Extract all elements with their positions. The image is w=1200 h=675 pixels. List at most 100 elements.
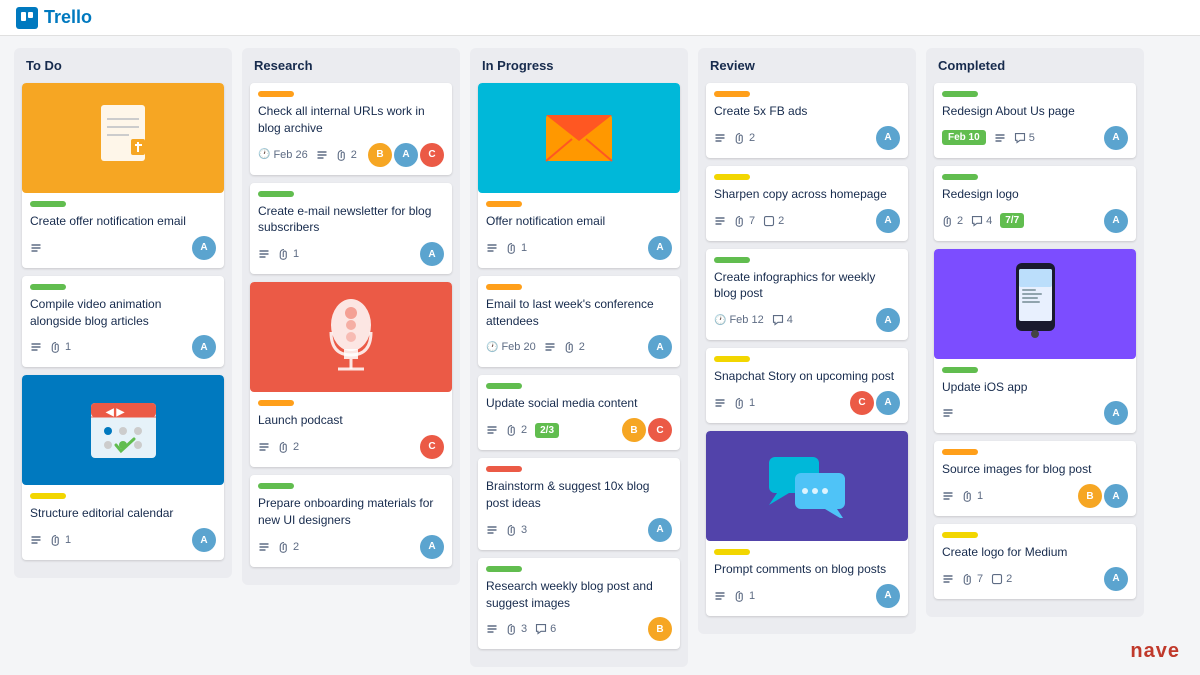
card-avatars: A <box>876 308 900 332</box>
card-title: Compile video animation alongside blog a… <box>30 296 216 330</box>
column-review: ReviewCreate 5x FB ads 2ASharpen copy ac… <box>698 48 916 634</box>
card-avatars: BA <box>1078 484 1128 508</box>
card-rev-1[interactable]: Create 5x FB ads 2A <box>706 83 908 158</box>
card-comp-2[interactable]: Redesign logo 2 47/7A <box>934 166 1136 241</box>
card-label <box>486 566 522 572</box>
column-title-research: Research <box>250 58 452 73</box>
meta-list <box>486 242 498 254</box>
avatar: A <box>1104 126 1128 150</box>
meta-extra: 2 <box>763 215 784 227</box>
card-ip-3[interactable]: Update social media content 22/3BC <box>478 375 680 450</box>
card-meta: 🕐 Feb 20 2A <box>486 335 672 359</box>
card-comp-4[interactable]: Source images for blog post 1BA <box>934 441 1136 516</box>
card-meta: 22/3BC <box>486 418 672 442</box>
nave-watermark: nave <box>1130 640 1180 663</box>
column-todo: To Do Create offer notification emailACo… <box>14 48 232 578</box>
card-avatars: A <box>876 584 900 608</box>
meta-attachment: 2 <box>942 215 963 227</box>
meta-list <box>30 341 42 353</box>
card-avatars: B <box>648 617 672 641</box>
board: To Do Create offer notification emailACo… <box>0 36 1200 675</box>
card-avatars: A <box>1104 126 1128 150</box>
card-title: Create e-mail newsletter for blog subscr… <box>258 203 444 237</box>
card-res-1[interactable]: Check all internal URLs work in blog arc… <box>250 83 452 175</box>
card-comp-1[interactable]: Redesign About Us pageFeb 10 5A <box>934 83 1136 158</box>
card-label <box>30 201 66 207</box>
card-title: Redesign logo <box>942 186 1128 203</box>
column-title-inprogress: In Progress <box>478 58 680 73</box>
card-avatars: C <box>420 435 444 459</box>
card-label <box>486 284 522 290</box>
card-meta: 7 2A <box>714 209 900 233</box>
card-title: Sharpen copy across homepage <box>714 186 900 203</box>
meta-list <box>30 534 42 546</box>
card-meta: 3 6B <box>486 617 672 641</box>
meta-list <box>316 149 328 161</box>
card-todo-3[interactable]: ◀ ▶ Structure editorial calendar 1A <box>22 375 224 560</box>
card-avatars: A <box>876 126 900 150</box>
meta-list <box>714 590 726 602</box>
meta-attachment: 1 <box>962 490 983 502</box>
card-rev-5[interactable]: Prompt comments on blog posts 1A <box>706 431 908 616</box>
card-label <box>714 257 750 263</box>
meta-attachment: 2 <box>278 541 299 553</box>
meta-attachment: 2 <box>564 341 585 353</box>
column-title-review: Review <box>706 58 908 73</box>
card-todo-1[interactable]: Create offer notification emailA <box>22 83 224 268</box>
card-title: Create infographics for weekly blog post <box>714 269 900 303</box>
card-todo-2[interactable]: Compile video animation alongside blog a… <box>22 276 224 368</box>
avatar: C <box>420 435 444 459</box>
meta-list <box>994 132 1006 144</box>
avatar: C <box>850 391 874 415</box>
card-avatars: BAC <box>368 143 444 167</box>
meta-list <box>258 248 270 260</box>
meta-attachment: 1 <box>506 242 527 254</box>
avatar: B <box>648 617 672 641</box>
card-title: Brainstorm & suggest 10x blog post ideas <box>486 478 672 512</box>
meta-attachment: 2 <box>278 441 299 453</box>
card-avatars: A <box>192 528 216 552</box>
meta-attachment: 2 <box>734 132 755 144</box>
card-meta: 1A <box>30 528 216 552</box>
card-avatars: CA <box>850 391 900 415</box>
card-meta: 1A <box>30 335 216 359</box>
card-res-4[interactable]: Prepare onboarding materials for new UI … <box>250 475 452 567</box>
card-title: Launch podcast <box>258 412 444 429</box>
card-rev-4[interactable]: Snapchat Story on upcoming post 1CA <box>706 348 908 423</box>
avatar: A <box>648 236 672 260</box>
card-title: Prepare onboarding materials for new UI … <box>258 495 444 529</box>
card-label <box>714 174 750 180</box>
meta-list <box>544 341 556 353</box>
card-avatars: A <box>192 236 216 260</box>
card-meta: 7 2A <box>942 567 1128 591</box>
card-meta: 3A <box>486 518 672 542</box>
avatar: A <box>876 126 900 150</box>
card-rev-2[interactable]: Sharpen copy across homepage 7 2A <box>706 166 908 241</box>
card-avatars: A <box>192 335 216 359</box>
card-comp-3[interactable]: Update iOS appA <box>934 249 1136 434</box>
card-res-2[interactable]: Create e-mail newsletter for blog subscr… <box>250 183 452 275</box>
card-title: Update iOS app <box>942 379 1128 396</box>
card-ip-5[interactable]: Research weekly blog post and suggest im… <box>478 558 680 650</box>
card-comp-5[interactable]: Create logo for Medium 7 2A <box>934 524 1136 599</box>
avatar: A <box>192 528 216 552</box>
meta-comment: 4 <box>971 215 992 227</box>
date-badge: Feb 10 <box>942 130 986 145</box>
meta-attachment: 1 <box>734 397 755 409</box>
card-ip-1[interactable]: Offer notification email 1A <box>478 83 680 268</box>
card-label <box>486 466 522 472</box>
meta-attachment: 1 <box>50 534 71 546</box>
card-meta: 1 CA <box>714 391 900 415</box>
card-res-3[interactable]: Launch podcast 2 C <box>250 282 452 467</box>
card-label <box>258 91 294 97</box>
avatar: A <box>394 143 418 167</box>
card-ip-2[interactable]: Email to last week's conference attendee… <box>478 276 680 368</box>
card-ip-4[interactable]: Brainstorm & suggest 10x blog post ideas… <box>478 458 680 550</box>
avatar: C <box>420 143 444 167</box>
column-completed: CompletedRedesign About Us pageFeb 10 5A… <box>926 48 1144 617</box>
card-rev-3[interactable]: Create infographics for weekly blog post… <box>706 249 908 341</box>
meta-list <box>486 424 498 436</box>
trello-logo[interactable]: Trello <box>16 7 92 29</box>
meta-attachment: 2 <box>336 149 357 161</box>
avatar: A <box>1104 567 1128 591</box>
